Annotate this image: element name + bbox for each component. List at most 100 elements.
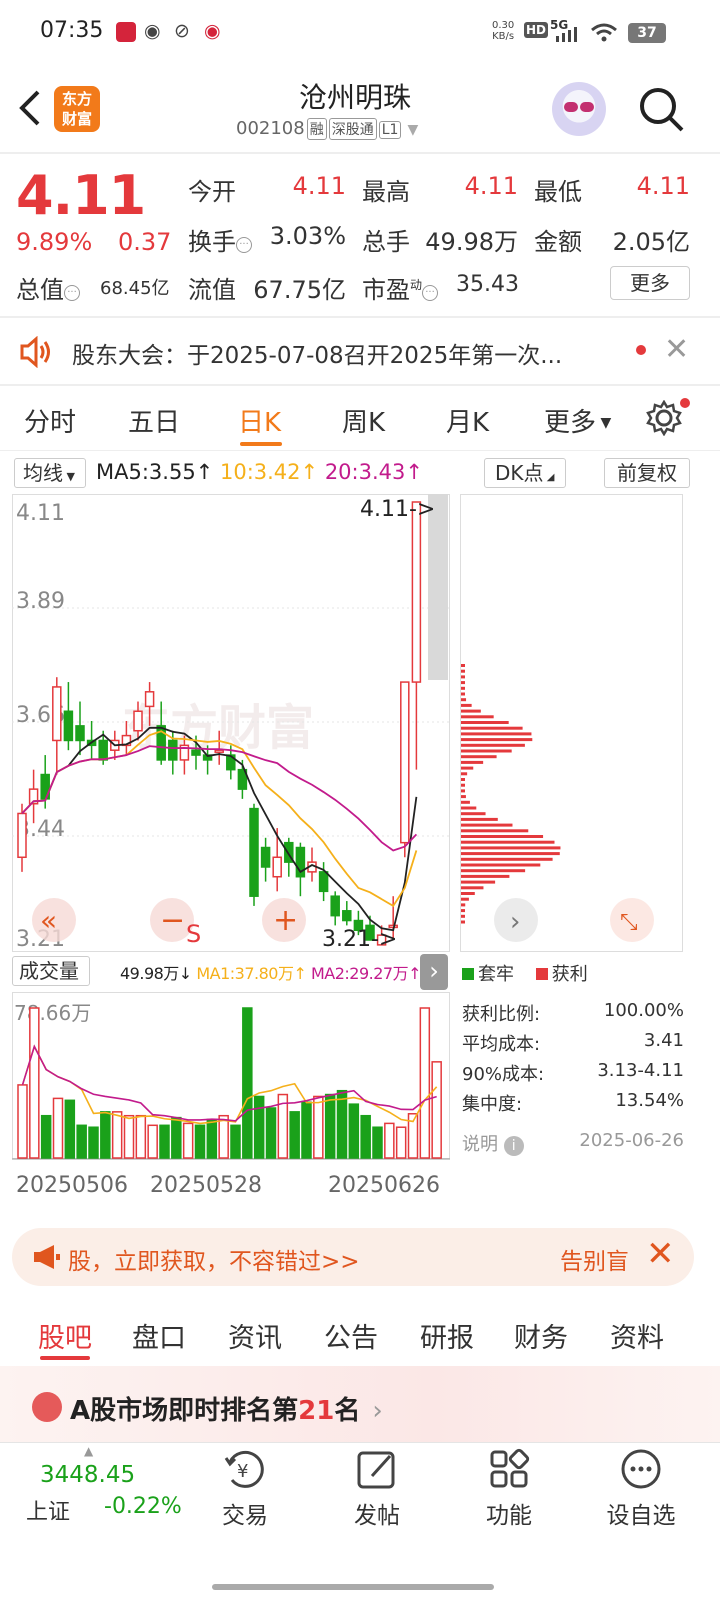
float-cap-label: 流值 bbox=[188, 276, 236, 304]
index-value[interactable]: 3448.45 bbox=[40, 1462, 135, 1488]
expand-icon: ⤡ bbox=[620, 910, 638, 935]
rank-text[interactable]: A股市场即时排名第21名 › bbox=[70, 1390, 383, 1427]
watchlist-icon[interactable] bbox=[618, 1446, 664, 1492]
tab-financials[interactable]: 财务 bbox=[514, 1316, 568, 1355]
dk-point-select[interactable]: DK点 ◢ bbox=[484, 458, 566, 488]
volume-bar bbox=[76, 1124, 87, 1159]
volume-bar bbox=[40, 1114, 52, 1159]
adjust-button[interactable]: 前复权 bbox=[604, 458, 690, 488]
banner-text[interactable]: 股，立即获取，不容错过>> bbox=[68, 1242, 360, 1276]
settings-badge bbox=[680, 398, 690, 408]
chip-bar bbox=[461, 812, 486, 816]
candle bbox=[249, 803, 259, 906]
total-cap-label: 总值 ··· bbox=[16, 270, 80, 305]
volume-bar bbox=[324, 1093, 336, 1159]
s-marker: S bbox=[186, 920, 201, 948]
home-indicator[interactable] bbox=[212, 1584, 494, 1590]
tab-monthly-k[interactable]: 月K bbox=[446, 402, 489, 439]
nav-functions[interactable]: 功能 bbox=[464, 1496, 554, 1530]
volume-bar bbox=[218, 1114, 229, 1159]
info-icon: i bbox=[503, 1136, 524, 1156]
chip-bar bbox=[461, 743, 525, 747]
pe-label: 市盈动··· bbox=[362, 270, 439, 305]
chip-date: 2025-06-26 bbox=[579, 1130, 684, 1151]
dropdown-icon[interactable]: ▼ bbox=[407, 122, 418, 138]
date-label-2: 20250626 bbox=[328, 1173, 440, 1198]
tab-daily-k[interactable]: 日K bbox=[238, 402, 281, 439]
more-quote-button[interactable]: 更多 bbox=[610, 266, 690, 300]
tab-five-day[interactable]: 五日 bbox=[128, 402, 180, 439]
volume-bar bbox=[360, 1114, 371, 1159]
clock: 07:35 bbox=[40, 18, 104, 43]
info-icon[interactable]: ··· bbox=[236, 237, 252, 253]
close-icon[interactable]: ✕ bbox=[664, 332, 689, 367]
ma-values: MA5:3.55↑ 10:3.42↑ 20:3.43↑ bbox=[96, 460, 423, 484]
chip-bar bbox=[461, 880, 496, 884]
eastmoney-logo[interactable]: 东方 财富 bbox=[54, 86, 100, 132]
tab-announcements[interactable]: 公告 bbox=[324, 1316, 378, 1355]
nav-watchlist[interactable]: 设自选 bbox=[596, 1496, 686, 1530]
chip-bar bbox=[461, 800, 470, 804]
stat-value: 100.00% bbox=[603, 1000, 684, 1021]
volume-bar bbox=[100, 1111, 111, 1159]
chip-bar bbox=[461, 686, 465, 690]
assistant-avatar[interactable] bbox=[552, 82, 606, 136]
ma-select[interactable]: 均线 ▼ bbox=[14, 458, 86, 488]
unread-dot bbox=[636, 345, 646, 355]
high-marker: 4.11-> bbox=[360, 497, 435, 522]
volume-bar bbox=[242, 1007, 253, 1159]
tag-connect: 深股通 bbox=[328, 118, 377, 140]
notice-text[interactable]: 股东大会：于2025-07-08召开2025年第一次... bbox=[72, 336, 562, 370]
divider bbox=[0, 152, 720, 154]
minus-icon: − bbox=[160, 903, 185, 938]
vol-value: 49.98万↓ bbox=[120, 964, 192, 983]
post-icon[interactable] bbox=[354, 1446, 400, 1492]
tab-intraday[interactable]: 分时 bbox=[24, 402, 76, 439]
volume-bar bbox=[194, 1124, 206, 1159]
nav-trade[interactable]: 交易 bbox=[200, 1496, 290, 1530]
pe-value: 35.43 bbox=[456, 272, 519, 297]
volume-chart[interactable]: 78.66万 20250506 20250528 20250626 bbox=[12, 992, 450, 1216]
volume-bar bbox=[419, 1007, 431, 1159]
close-icon[interactable]: ✕ bbox=[646, 1234, 675, 1274]
kline-chart[interactable]: 东方财富 4.11 3.89 3.66 3.44 3.21 4.11-> 3.2… bbox=[12, 494, 450, 952]
chip-distribution-chart[interactable]: › ⤡ bbox=[460, 494, 684, 952]
indicator-select[interactable]: 成交量 ▼ bbox=[12, 956, 90, 1013]
chip-bar bbox=[461, 703, 472, 707]
caret-down-icon: ▼ bbox=[596, 415, 612, 431]
chip-bar bbox=[461, 749, 512, 753]
index-name[interactable]: 上证 bbox=[26, 1494, 70, 1526]
chip-bar bbox=[461, 675, 465, 679]
trade-icon[interactable]: ¥ bbox=[222, 1446, 268, 1492]
info-icon[interactable]: ··· bbox=[64, 285, 80, 301]
search-icon[interactable] bbox=[636, 84, 686, 134]
functions-icon[interactable] bbox=[486, 1446, 532, 1492]
volume-bar bbox=[17, 1084, 28, 1159]
divider bbox=[0, 384, 720, 386]
chip-bar bbox=[461, 806, 477, 810]
tab-news[interactable]: 资讯 bbox=[228, 1316, 282, 1355]
tab-forum[interactable]: 股吧 bbox=[38, 1316, 92, 1355]
stock-name: 沧州明珠 bbox=[298, 81, 411, 114]
tab-more[interactable]: 更多 ▼ bbox=[544, 402, 611, 439]
avatar-eye-left bbox=[564, 102, 578, 112]
nav-post[interactable]: 发帖 bbox=[332, 1496, 422, 1530]
chip-bar bbox=[461, 698, 467, 702]
back-button[interactable] bbox=[14, 86, 50, 132]
active-tab-indicator bbox=[40, 1356, 90, 1360]
indicator-next-button[interactable]: › bbox=[420, 954, 448, 990]
gear-icon[interactable] bbox=[646, 400, 682, 436]
tab-weekly-k[interactable]: 周K bbox=[342, 402, 385, 439]
index-change[interactable]: -0.22% bbox=[104, 1494, 182, 1519]
volume-bar bbox=[182, 1122, 194, 1159]
chip-bar bbox=[461, 669, 465, 673]
tab-order-book[interactable]: 盘口 bbox=[132, 1316, 186, 1355]
banner-dismiss-text[interactable]: 告别盲 bbox=[560, 1242, 629, 1276]
chip-bar bbox=[461, 709, 481, 713]
total-cap-value: 68.45亿 bbox=[100, 278, 170, 299]
chip-help[interactable]: 说明 i bbox=[462, 1130, 524, 1156]
info-icon[interactable]: ··· bbox=[422, 285, 439, 301]
tab-profile[interactable]: 资料 bbox=[610, 1316, 664, 1355]
tab-research[interactable]: 研报 bbox=[420, 1316, 474, 1355]
chip-bar bbox=[461, 846, 561, 850]
